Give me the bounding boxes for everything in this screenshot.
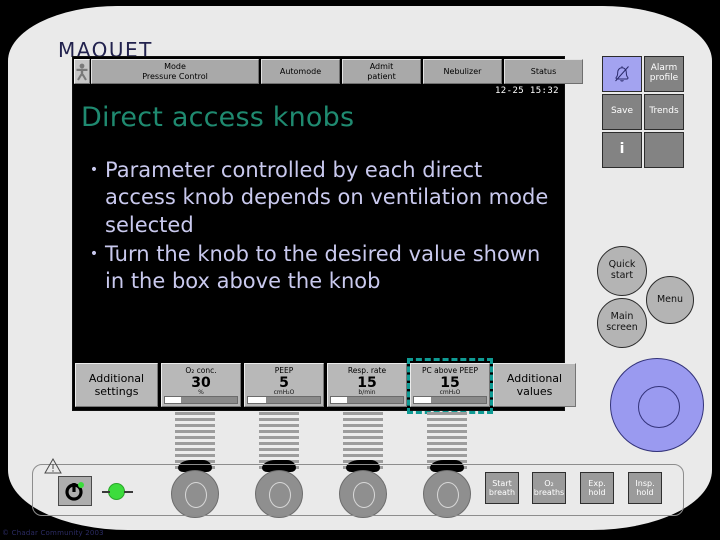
nebulizer-button-label: Nebulizer bbox=[443, 66, 482, 76]
alarm-silence-button[interactable] bbox=[602, 56, 642, 92]
warning-triangle-icon bbox=[44, 458, 62, 474]
parameter-value: 5 bbox=[279, 375, 289, 391]
parameter-value: 15 bbox=[357, 375, 377, 391]
parameter-label: PC above PEEP bbox=[421, 366, 479, 375]
parameter-value: 15 bbox=[440, 375, 460, 391]
side-key-row: i bbox=[602, 132, 688, 170]
parameter-label: PEEP bbox=[274, 366, 294, 375]
parameter-unit: b/min bbox=[358, 389, 376, 396]
parameter-box-resp-rate[interactable]: Resp. rate 15 b/min bbox=[327, 363, 407, 407]
save-button[interactable]: Save bbox=[602, 94, 642, 130]
automode-button-label: Automode bbox=[279, 66, 322, 76]
power-icon bbox=[65, 482, 84, 501]
patient-icon bbox=[76, 63, 88, 81]
side-key-row: Save Trends bbox=[602, 94, 688, 132]
exp-hold-label: Exp. hold bbox=[588, 478, 606, 497]
additional-values-line2: values bbox=[516, 385, 553, 398]
patient-icon-button[interactable] bbox=[74, 59, 90, 84]
list-item: • Parameter controlled by each direct ac… bbox=[83, 157, 553, 239]
parameter-gauge bbox=[247, 396, 321, 404]
status-button-label: Status bbox=[530, 66, 557, 76]
parameter-box-peep[interactable]: PEEP 5 cmH₂O bbox=[244, 363, 324, 407]
parameter-label: O₂ conc. bbox=[185, 366, 217, 375]
parameter-label: Resp. rate bbox=[347, 366, 387, 375]
info-button[interactable]: i bbox=[602, 132, 642, 168]
insp-hold-label: Insp. hold bbox=[635, 478, 655, 497]
bullet-text: Parameter controlled by each direct acce… bbox=[105, 158, 549, 237]
green-status-led bbox=[102, 483, 133, 500]
ventilator-display: Mode Pressure Control Automode Admit pat… bbox=[72, 56, 583, 414]
parameter-box-o2-conc[interactable]: O₂ conc. 30 % bbox=[161, 363, 241, 407]
alarm-profile-button[interactable]: Alarm profile bbox=[644, 56, 684, 92]
parameter-value: 30 bbox=[191, 375, 211, 391]
admit-button-line2: patient bbox=[367, 71, 396, 81]
quick-start-button[interactable]: Quick start bbox=[597, 246, 647, 296]
info-icon: i bbox=[619, 141, 625, 158]
start-breath-label: Start breath bbox=[488, 478, 516, 497]
o2-breaths-button[interactable]: O₂ breaths bbox=[532, 472, 566, 504]
list-item: • Turn the knob to the desired value sho… bbox=[83, 241, 553, 296]
admit-button-line1: Admit bbox=[369, 62, 394, 72]
toolbar-button-status[interactable]: Status bbox=[504, 59, 583, 84]
blank-button[interactable] bbox=[644, 132, 684, 168]
additional-values-line1: Additional bbox=[506, 371, 563, 385]
save-label: Save bbox=[610, 106, 634, 117]
additional-settings-button[interactable]: Additional settings bbox=[75, 363, 158, 407]
slide-bullet-list: • Parameter controlled by each direct ac… bbox=[83, 157, 553, 297]
menu-button[interactable]: Menu bbox=[646, 276, 694, 324]
parameter-gauge bbox=[164, 396, 238, 404]
o2-breaths-label: O₂ breaths bbox=[533, 478, 565, 497]
power-button[interactable] bbox=[58, 476, 92, 506]
side-key-row: Alarm profile bbox=[602, 56, 688, 94]
additional-settings-line1: Additional bbox=[88, 371, 145, 385]
bullet-marker-icon: • bbox=[89, 162, 99, 178]
quick-start-label: Quick start bbox=[608, 259, 636, 281]
toolbar-button-mode[interactable]: Mode Pressure Control bbox=[91, 59, 259, 84]
trends-button[interactable]: Trends bbox=[644, 94, 684, 130]
mode-button-line1: Mode bbox=[164, 62, 186, 72]
datetime-display: 12-25 15:32 bbox=[494, 86, 559, 96]
toolbar-button-automode[interactable]: Automode bbox=[261, 59, 340, 84]
parameter-unit: cmH₂O bbox=[273, 389, 295, 396]
bullet-marker-icon: • bbox=[89, 245, 99, 262]
side-key-pad: Alarm profile Save Trends i bbox=[602, 56, 688, 170]
bullet-text: Turn the knob to the desired value shown… bbox=[105, 241, 541, 294]
mode-button-line2: Pressure Control bbox=[142, 71, 208, 81]
menu-label: Menu bbox=[656, 293, 684, 305]
screenshot-root: MAQUET Mode Pressure Control Automode Ad… bbox=[0, 0, 720, 540]
parameter-unit: cmH₂O bbox=[439, 389, 461, 396]
display-toolbar: Mode Pressure Control Automode Admit pat… bbox=[73, 58, 583, 84]
slide-title: Direct access knobs bbox=[81, 102, 355, 133]
alarm-profile-label: Alarm profile bbox=[649, 63, 679, 83]
main-screen-button[interactable]: Main screen bbox=[597, 298, 647, 348]
start-breath-button[interactable]: Start breath bbox=[485, 472, 519, 504]
bell-crossed-icon bbox=[615, 66, 629, 82]
toolbar-button-admit-patient[interactable]: Admit patient bbox=[342, 59, 421, 84]
main-rotary-dial[interactable] bbox=[610, 358, 704, 452]
additional-values-button[interactable]: Additional values bbox=[493, 363, 576, 407]
insp-hold-button[interactable]: Insp. hold bbox=[628, 472, 662, 504]
watermark-text: © Chadar Community 2003 bbox=[2, 529, 104, 537]
toolbar-button-nebulizer[interactable]: Nebulizer bbox=[423, 59, 502, 84]
main-screen-label: Main screen bbox=[606, 311, 638, 333]
trends-label: Trends bbox=[649, 106, 679, 117]
parameter-box-pc-above-peep[interactable]: PC above PEEP 15 cmH₂O bbox=[407, 358, 493, 414]
parameter-bar: Additional settings O₂ conc. 30 % PEEP 5… bbox=[74, 358, 576, 414]
additional-settings-line2: settings bbox=[94, 385, 139, 398]
parameter-unit: % bbox=[198, 389, 204, 396]
parameter-gauge bbox=[413, 396, 487, 404]
exp-hold-button[interactable]: Exp. hold bbox=[580, 472, 614, 504]
parameter-gauge bbox=[330, 396, 404, 404]
